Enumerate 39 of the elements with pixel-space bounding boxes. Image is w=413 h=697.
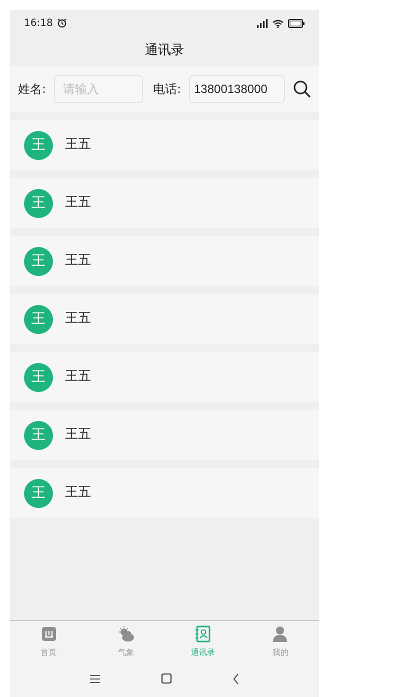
avatar: 王 <box>24 420 53 450</box>
contact-item[interactable]: 王 王五 <box>10 410 319 460</box>
contact-name: 王五 <box>65 368 91 386</box>
alarm-icon <box>56 18 67 28</box>
phone-field[interactable]: 13800138000 <box>189 75 285 103</box>
back-icon[interactable] <box>232 672 240 684</box>
page-title: 通讯录 <box>145 42 184 60</box>
contact-name: 王五 <box>65 252 91 270</box>
name-field[interactable]: 请输入 <box>54 75 144 103</box>
contacts-icon <box>194 625 212 643</box>
contact-item[interactable]: 王 王五 <box>10 120 319 170</box>
battery-icon <box>288 18 305 28</box>
avatar: 王 <box>24 130 53 160</box>
contact-name: 王五 <box>65 426 91 444</box>
search-icon[interactable] <box>293 80 311 98</box>
contact-item[interactable]: 王 王五 <box>10 294 319 344</box>
wifi-icon <box>272 18 284 28</box>
avatar: 王 <box>24 188 53 218</box>
contact-name: 王五 <box>65 310 91 328</box>
contact-name: 王五 <box>65 484 91 502</box>
contact-name: 王五 <box>65 194 91 212</box>
signal-icon <box>254 18 268 28</box>
home-icon <box>40 625 58 643</box>
contact-item[interactable]: 王 王五 <box>10 178 319 228</box>
menu-icon[interactable] <box>89 674 101 684</box>
status-time: 16:18 <box>24 16 53 30</box>
person-icon <box>271 625 290 643</box>
avatar: 王 <box>24 362 53 392</box>
contact-item[interactable]: 王 王五 <box>10 236 319 286</box>
avatar: 王 <box>24 304 53 334</box>
contact-item[interactable]: 王 王五 <box>10 352 319 402</box>
avatar: 王 <box>24 478 53 508</box>
weather-icon <box>116 625 135 643</box>
contact-name: 王五 <box>65 136 91 154</box>
contact-item[interactable]: 王 王五 <box>10 468 319 518</box>
home-button-icon[interactable] <box>161 673 172 684</box>
name-label: 姓名: <box>18 81 46 98</box>
phone-label: 电话: <box>152 81 181 98</box>
avatar: 王 <box>24 246 53 276</box>
